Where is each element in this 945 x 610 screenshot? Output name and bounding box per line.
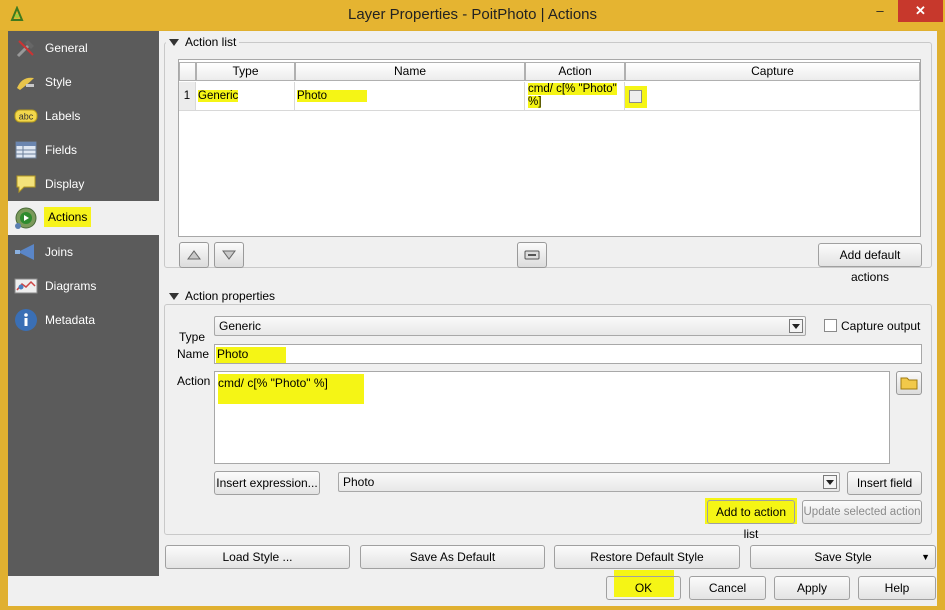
insert-field-button[interactable]: Insert field bbox=[847, 471, 922, 495]
help-button[interactable]: Help bbox=[858, 576, 936, 600]
title-bar: Layer Properties - PoitPhoto | Actions –… bbox=[0, 0, 945, 30]
action-label: Action bbox=[177, 374, 211, 388]
move-down-button[interactable] bbox=[214, 242, 244, 268]
action-text-area[interactable]: cmd/ c[% "Photo" %] bbox=[214, 371, 890, 464]
cell-type[interactable]: Generic bbox=[196, 82, 295, 111]
sidebar-item-diagrams[interactable]: Diagrams bbox=[8, 269, 159, 303]
joins-icon bbox=[14, 240, 38, 264]
svg-text:abc: abc bbox=[19, 112, 34, 122]
ok-button[interactable]: OK bbox=[606, 576, 681, 600]
name-label: Name bbox=[177, 347, 210, 361]
sidebar-item-label: Diagrams bbox=[45, 279, 97, 293]
action-list-table: Type Name Action Capture 1 Generic Photo… bbox=[178, 59, 921, 237]
sidebar-item-fields[interactable]: Fields bbox=[8, 133, 159, 167]
apply-button[interactable]: Apply bbox=[774, 576, 850, 600]
diagrams-icon bbox=[14, 274, 38, 298]
display-icon bbox=[14, 172, 38, 196]
minimize-button[interactable]: – bbox=[862, 0, 898, 22]
sidebar-item-label: Display bbox=[45, 177, 85, 191]
capture-output-checkbox[interactable] bbox=[824, 319, 837, 332]
window-title: Layer Properties - PoitPhoto | Actions bbox=[347, 6, 598, 23]
sidebar: General Style abc Labels Fields Display bbox=[8, 31, 159, 576]
restore-default-style-button[interactable]: Restore Default Style bbox=[554, 545, 740, 569]
save-style-button[interactable]: Save Style ▼ bbox=[750, 545, 936, 569]
field-select[interactable]: Photo bbox=[338, 472, 840, 492]
column-header-capture[interactable]: Capture bbox=[625, 62, 920, 81]
table-corner bbox=[179, 62, 196, 81]
cell-name[interactable]: Photo bbox=[295, 82, 525, 111]
collapse-triangle-icon bbox=[169, 293, 179, 301]
action-properties-title[interactable]: Action properties bbox=[166, 289, 279, 303]
sidebar-item-label: Joins bbox=[45, 245, 74, 259]
save-as-default-button[interactable]: Save As Default bbox=[360, 545, 545, 569]
actions-icon bbox=[14, 206, 38, 230]
sidebar-item-label: Fields bbox=[45, 143, 78, 157]
sidebar-item-general[interactable]: General bbox=[8, 31, 159, 65]
cell-capture[interactable] bbox=[625, 82, 920, 111]
action-name-field[interactable]: Photo bbox=[214, 344, 922, 364]
add-default-actions-button[interactable]: Add default actions bbox=[818, 243, 922, 284]
chevron-down-icon bbox=[789, 319, 803, 333]
collapse-triangle-icon bbox=[169, 39, 179, 47]
remove-action-button[interactable] bbox=[517, 242, 547, 268]
sidebar-item-display[interactable]: Display bbox=[8, 167, 159, 201]
sidebar-item-label: General bbox=[45, 41, 88, 55]
move-up-button[interactable] bbox=[179, 242, 209, 268]
sidebar-item-actions[interactable]: Actions bbox=[8, 201, 159, 235]
fields-icon bbox=[14, 138, 38, 162]
column-header-name[interactable]: Name bbox=[295, 62, 525, 81]
add-to-action-list-button[interactable]: Add to action list bbox=[707, 500, 795, 541]
chevron-down-icon bbox=[823, 475, 837, 489]
sidebar-item-style[interactable]: Style bbox=[8, 65, 159, 99]
sidebar-item-metadata[interactable]: Metadata bbox=[8, 303, 159, 337]
action-list-title[interactable]: Action list bbox=[166, 35, 240, 49]
type-label: Type bbox=[179, 330, 206, 344]
labels-icon: abc bbox=[14, 104, 38, 128]
column-header-action[interactable]: Action bbox=[525, 62, 625, 81]
close-button[interactable]: ✕ bbox=[898, 0, 943, 22]
action-type-select[interactable]: Generic bbox=[214, 316, 806, 336]
load-style-button[interactable]: Load Style ... bbox=[165, 545, 350, 569]
capture-checkbox[interactable] bbox=[629, 90, 642, 103]
style-icon bbox=[14, 70, 38, 94]
cancel-button[interactable]: Cancel bbox=[689, 576, 766, 600]
insert-expression-button[interactable]: Insert expression... bbox=[214, 471, 320, 495]
cell-action[interactable]: cmd/ c[% "Photo" %] bbox=[525, 82, 625, 111]
sidebar-item-labels[interactable]: abc Labels bbox=[8, 99, 159, 133]
update-selected-action-button[interactable]: Update selected action bbox=[802, 500, 922, 524]
row-index: 1 bbox=[179, 82, 196, 111]
menu-arrow-icon: ▼ bbox=[921, 552, 930, 562]
sidebar-item-label: Metadata bbox=[45, 313, 96, 327]
sidebar-item-joins[interactable]: Joins bbox=[8, 235, 159, 269]
sidebar-item-label: Style bbox=[45, 75, 72, 89]
browse-folder-button[interactable] bbox=[896, 371, 922, 395]
sidebar-item-label: Actions bbox=[44, 207, 92, 227]
general-icon bbox=[14, 36, 38, 60]
dialog-body: General Style abc Labels Fields Display bbox=[8, 31, 937, 606]
column-header-type[interactable]: Type bbox=[196, 62, 295, 81]
capture-output-label: Capture output bbox=[841, 319, 921, 333]
metadata-icon bbox=[14, 308, 38, 332]
sidebar-item-label: Labels bbox=[45, 109, 81, 123]
